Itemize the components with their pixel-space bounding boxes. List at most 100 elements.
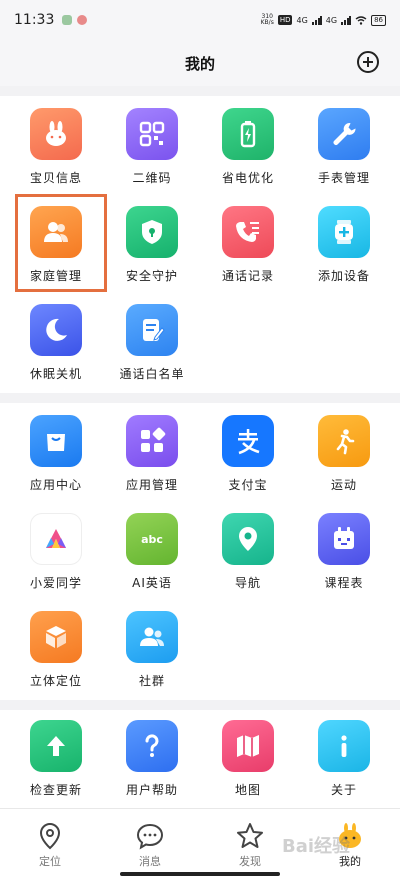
qrcode-icon (126, 108, 178, 160)
grid-item-label: 支付宝 (228, 478, 268, 492)
grid-item-sleep-shutdown[interactable]: 休眠关机 (8, 304, 104, 382)
question-icon (126, 720, 178, 772)
grid-item-watch-manage[interactable]: 手表管理 (296, 108, 392, 186)
grid-item-label: 二维码 (132, 171, 172, 185)
grid-item-label: AI英语 (132, 576, 172, 590)
nav-item-messages[interactable]: 消息 (100, 809, 200, 879)
signal-1: 4G (296, 15, 308, 25)
grid-item-qrcode[interactable]: 二维码 (104, 108, 200, 186)
grid-item-label: 应用中心 (29, 478, 82, 492)
app-store-icon (30, 415, 82, 467)
wifi-icon (355, 15, 367, 25)
section-apps: 应用中心 应用管理 支付宝 运动 小爱同学 abc AI英语 导航 课程表 立体… (0, 403, 400, 700)
nav-label: 定位 (39, 855, 61, 868)
battery-indicator: 86 (371, 14, 386, 26)
grid-item-label: 关于 (330, 783, 357, 797)
grid-item-ai-english[interactable]: abc AI英语 (104, 513, 200, 591)
shield-icon (126, 206, 178, 258)
grid-item-label: 导航 (234, 576, 261, 590)
watermark: Bai经验 (282, 836, 351, 857)
info-icon (318, 720, 370, 772)
abc-icon: abc (126, 513, 178, 565)
location-pin-icon (222, 513, 274, 565)
nav-label: 发现 (239, 855, 261, 868)
grid-item-power-saving[interactable]: 省电优化 (200, 108, 296, 186)
add-button[interactable] (356, 50, 380, 74)
grid-item-safety-guard[interactable]: 安全守护 (104, 206, 200, 284)
hd-tag: HD (277, 15, 293, 25)
notification-icons (62, 15, 88, 25)
svg-text:abc: abc (141, 533, 163, 546)
battery-icon (222, 108, 274, 160)
grid-item-label: 小爱同学 (29, 576, 82, 590)
grid-item-label: 运动 (330, 478, 357, 492)
grid-item-add-device[interactable]: 添加设备 (296, 206, 392, 284)
grid-item-label: 省电优化 (221, 171, 274, 185)
rabbit-icon (30, 108, 82, 160)
grid-item-label: 课程表 (324, 576, 364, 590)
heart-notification-icon (77, 15, 88, 25)
alipay-icon (222, 415, 274, 467)
signal-bars-2-icon (341, 15, 352, 25)
grid-item-call-log[interactable]: 通话记录 (200, 206, 296, 284)
schedule-icon (318, 513, 370, 565)
section-system: 检查更新 用户帮助 地图 关于 (0, 710, 400, 808)
add-device-icon (318, 206, 370, 258)
wrench-icon (318, 108, 370, 160)
location-icon (39, 822, 61, 850)
whitelist-icon (126, 304, 178, 356)
grid-item-call-whitelist[interactable]: 通话白名单 (104, 304, 200, 382)
highlight-box (15, 194, 107, 292)
grid-item-community[interactable]: 社群 (104, 611, 200, 689)
grid-item-label: 通话白名单 (119, 367, 185, 381)
apps-grid-icon (126, 415, 178, 467)
grid-item-navigation[interactable]: 导航 (200, 513, 296, 591)
signal-bars-icon (311, 15, 322, 25)
call-log-icon (222, 206, 274, 258)
home-indicator (120, 872, 280, 876)
map-icon (222, 720, 274, 772)
upload-arrow-icon (30, 720, 82, 772)
community-icon (126, 611, 178, 663)
net-speed-unit: KB/s (260, 19, 274, 26)
grid-item-label: 安全守护 (125, 269, 178, 283)
grid-item-schedule[interactable]: 课程表 (296, 513, 392, 591)
grid-item-alipay[interactable]: 支付宝 (200, 415, 296, 493)
grid-item-app-manage[interactable]: 应用管理 (104, 415, 200, 493)
net-speed: 310 KB/s (261, 14, 274, 26)
status-time: 11:33 (14, 12, 55, 28)
grid-item-about[interactable]: 关于 (296, 720, 392, 798)
moon-icon (30, 304, 82, 356)
xiaoai-icon (30, 513, 82, 565)
grid-item-sports[interactable]: 运动 (296, 415, 392, 493)
grid-item-map[interactable]: 地图 (200, 720, 296, 798)
nav-item-location[interactable]: 定位 (0, 809, 100, 879)
grid-item-xiaoai[interactable]: 小爱同学 (8, 513, 104, 591)
status-bar: 11:33 310 KB/s HD 4G 4G 86 (0, 0, 400, 40)
grid-item-3d-location[interactable]: 立体定位 (8, 611, 104, 689)
cube-icon (30, 611, 82, 663)
nav-label: 消息 (139, 855, 161, 868)
grid-item-label: 通话记录 (221, 269, 274, 283)
page-title: 我的 (184, 54, 215, 73)
grid-item-label: 休眠关机 (29, 367, 82, 381)
grid-item-label: 应用管理 (125, 478, 178, 492)
grid-item-label: 社群 (138, 674, 165, 688)
grid-item-label: 宝贝信息 (29, 171, 82, 185)
header: 我的 (0, 40, 400, 86)
app-notification-icon (62, 15, 73, 25)
running-icon (318, 415, 370, 467)
grid-item-user-help[interactable]: 用户帮助 (104, 720, 200, 798)
grid-item-label: 手表管理 (317, 171, 370, 185)
star-icon (237, 823, 263, 848)
grid-item-check-update[interactable]: 检查更新 (8, 720, 104, 798)
grid-item-label: 添加设备 (317, 269, 370, 283)
grid-item-label: 检查更新 (29, 783, 82, 797)
grid-item-baby-info[interactable]: 宝贝信息 (8, 108, 104, 186)
grid-item-label: 用户帮助 (125, 783, 178, 797)
grid-item-label: 地图 (234, 783, 261, 797)
message-icon (136, 823, 164, 850)
grid-item-app-center[interactable]: 应用中心 (8, 415, 104, 493)
grid-item-label: 立体定位 (29, 674, 82, 688)
signal-2: 4G (325, 15, 338, 25)
